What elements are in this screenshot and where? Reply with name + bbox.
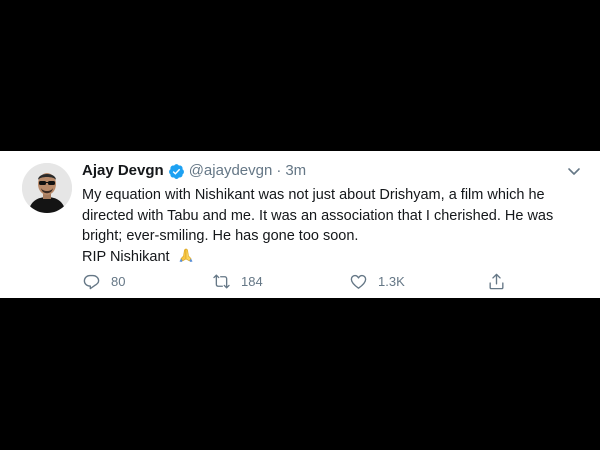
tweet-text: My equation with Nishikant was not just … — [82, 185, 587, 267]
verified-badge-icon — [168, 163, 185, 180]
heart-icon — [349, 272, 368, 291]
tweet-text-line: My equation with Nishikant was not just … — [82, 187, 554, 244]
share-button[interactable] — [487, 272, 506, 291]
handle[interactable]: @ajaydevgn — [189, 161, 273, 181]
chevron-down-icon[interactable] — [566, 163, 582, 179]
retweet-button[interactable]: 184 — [212, 272, 349, 291]
tweet-text-line-last: RIP Nishikant — [82, 247, 587, 268]
tweet-actions: 80 184 1.3K — [82, 272, 506, 291]
retweet-count: 184 — [241, 274, 263, 289]
avatar-image — [22, 163, 72, 213]
folded-hands-icon — [178, 247, 194, 263]
avatar[interactable] — [22, 163, 72, 213]
reply-button[interactable]: 80 — [82, 272, 212, 291]
reply-count: 80 — [111, 274, 126, 289]
tweet-header: Ajay Devgn @ajaydevgn · 3m — [82, 161, 306, 181]
retweet-icon — [212, 272, 231, 291]
share-icon — [487, 272, 506, 291]
display-name[interactable]: Ajay Devgn — [82, 161, 164, 181]
tweet-text-line: RIP Nishikant — [82, 248, 170, 265]
like-button[interactable]: 1.3K — [349, 272, 487, 291]
tweet-card[interactable]: Ajay Devgn @ajaydevgn · 3m My equation w… — [0, 151, 600, 298]
separator-dot: · — [276, 162, 282, 179]
reply-icon — [82, 272, 101, 291]
like-count: 1.3K — [378, 274, 405, 289]
timestamp[interactable]: 3m — [285, 161, 306, 181]
